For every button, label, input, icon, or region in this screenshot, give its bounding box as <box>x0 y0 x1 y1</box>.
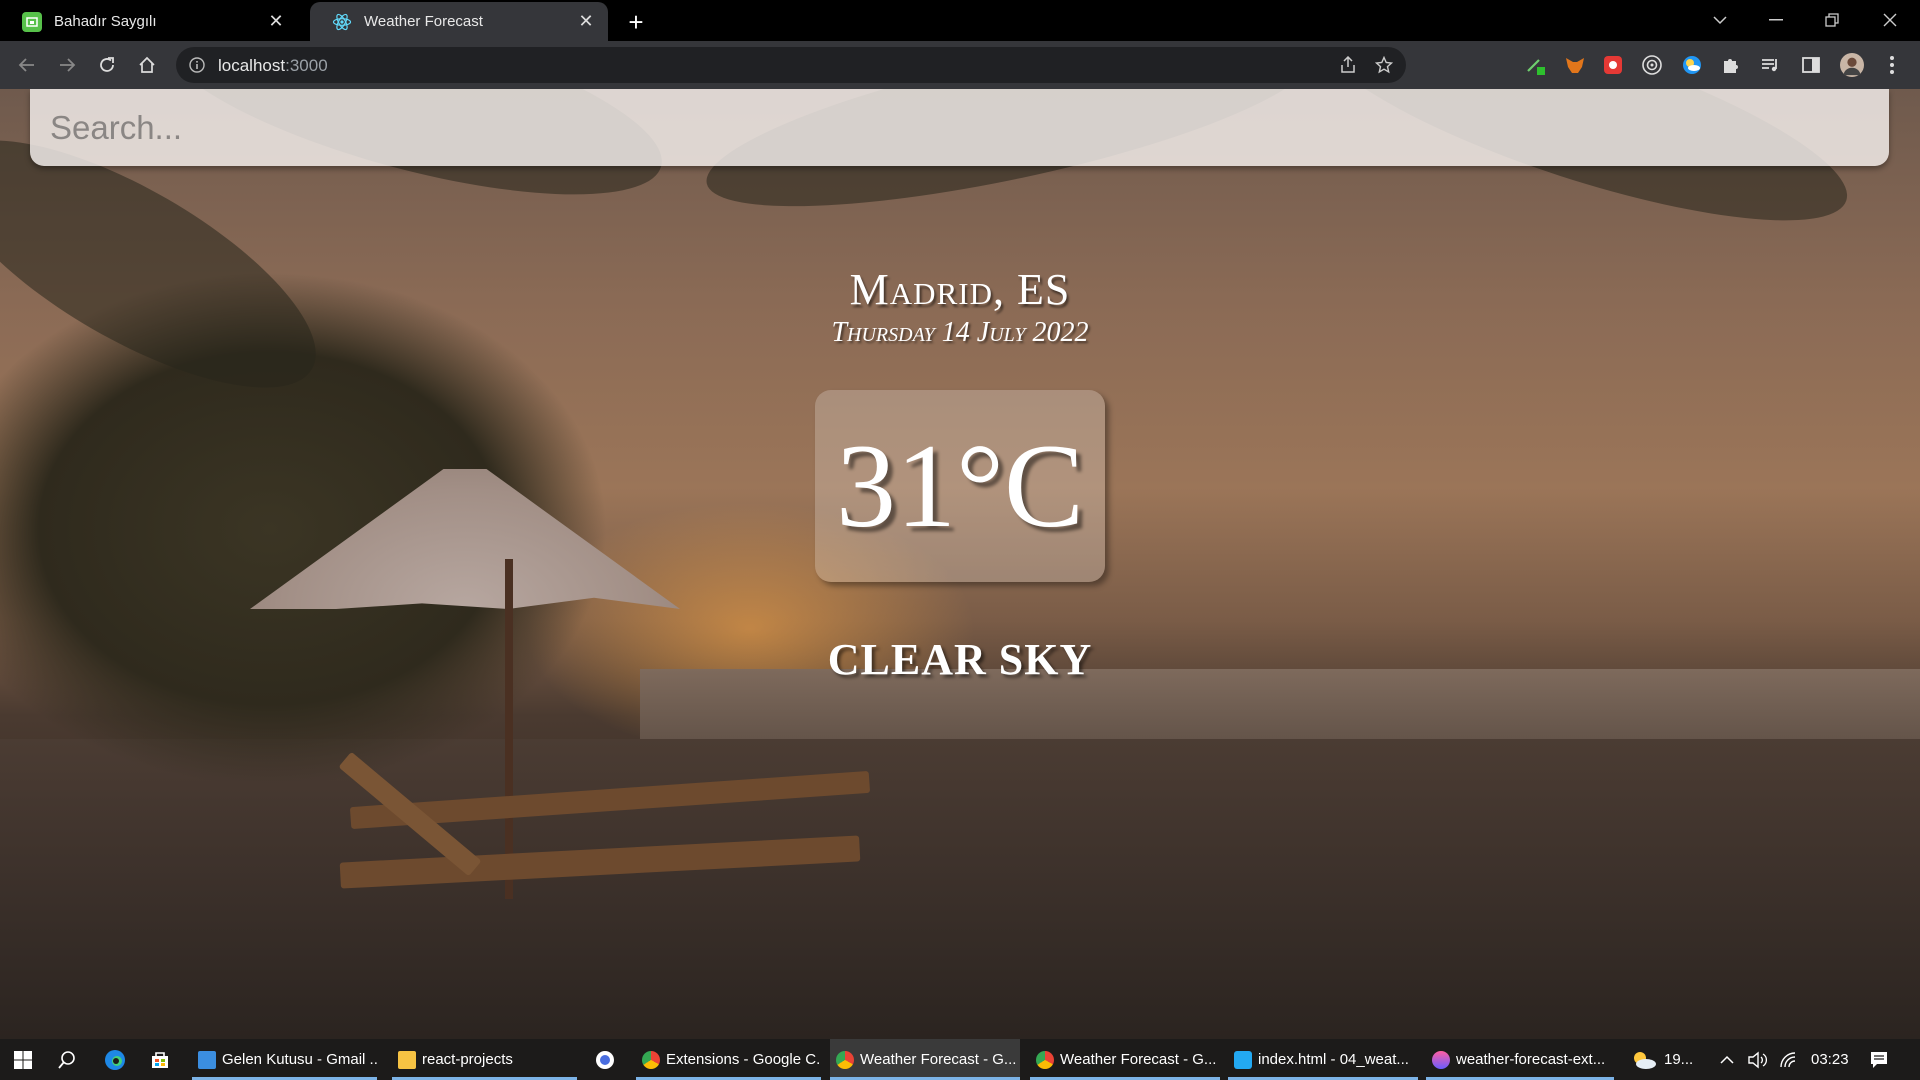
chrome-icon <box>836 1050 854 1069</box>
taskbar-app-vscode[interactable]: index.html - 04_weat... <box>1228 1039 1418 1080</box>
taskbar-app-label: Weather Forecast - G... <box>860 1051 1017 1068</box>
vscode-icon <box>1234 1050 1252 1069</box>
city-name: Madrid, ES <box>849 265 1071 314</box>
wifi-icon[interactable] <box>1776 1047 1802 1073</box>
metamask-fox-icon[interactable] <box>1563 53 1587 77</box>
weather-extension-icon[interactable] <box>1680 53 1704 77</box>
drop-icon <box>1432 1050 1450 1069</box>
target-extension-icon[interactable] <box>1640 53 1664 77</box>
bookmark-star-icon[interactable] <box>1372 53 1396 77</box>
umbrella-pole <box>505 559 513 899</box>
taskbar-app-chrome-weather-2[interactable]: Weather Forecast - G... <box>1030 1039 1220 1080</box>
taskbar-app-label: weather-forecast-ext... <box>1456 1051 1606 1068</box>
chrome-icon <box>1036 1050 1054 1069</box>
avatar[interactable] <box>1840 53 1864 77</box>
close-tab-icon[interactable]: ✕ <box>576 11 596 32</box>
taskbar-app-label: Gelen Kutusu - Gmail ... <box>222 1051 377 1068</box>
taskbar-app-label: Extensions - Google C... <box>666 1051 821 1068</box>
chrome-icon <box>642 1050 660 1069</box>
url-host: localhost <box>218 56 286 75</box>
city-search-bar <box>30 89 1889 166</box>
address-bar[interactable]: localhost:3000 <box>176 47 1406 83</box>
weather-tray-text: 19... <box>1664 1051 1694 1068</box>
new-tab-button[interactable]: + <box>622 7 650 37</box>
green-badge-icon <box>22 11 42 32</box>
close-tab-icon[interactable]: ✕ <box>266 11 286 32</box>
search-input[interactable] <box>30 89 1889 166</box>
browser-menu-icon[interactable] <box>1880 53 1904 77</box>
mail-icon <box>198 1050 216 1069</box>
weather-page: Madrid, ES Thursday 14 July 2022 31°C CL… <box>0 89 1920 1039</box>
tab-bahadir[interactable]: Bahadır Saygılı ✕ <box>0 2 298 41</box>
browser-tab-strip: Bahadır Saygılı ✕ Weather Forecast ✕ + <box>0 0 1920 41</box>
minimize-icon[interactable] <box>1756 4 1796 36</box>
current-date: Thursday 14 July 2022 <box>831 317 1089 348</box>
close-window-icon[interactable] <box>1870 4 1910 36</box>
tab-weather-forecast[interactable]: Weather Forecast ✕ <box>310 2 608 41</box>
taskbar-app-label: index.html - 04_weat... <box>1258 1051 1409 1068</box>
browser-toolbar: localhost:3000 <box>0 41 1920 89</box>
store-bag-icon[interactable] <box>147 1047 173 1073</box>
url-port: :3000 <box>285 56 328 75</box>
media-queue-icon[interactable] <box>1758 53 1782 77</box>
taskbar-app-weather-ext[interactable]: weather-forecast-ext... <box>1426 1039 1614 1080</box>
home-icon[interactable] <box>132 50 162 80</box>
back-arrow-icon[interactable] <box>12 50 42 80</box>
temperature-card: 31°C <box>815 390 1105 582</box>
taskbar-app-chrome-weather[interactable]: Weather Forecast - G... <box>830 1039 1020 1080</box>
pen-extension-icon[interactable] <box>1524 53 1548 77</box>
site-info-icon[interactable] <box>188 56 206 74</box>
folder-icon <box>398 1050 416 1069</box>
clock-time: 03:23 <box>1811 1051 1849 1068</box>
extensions-puzzle-icon[interactable] <box>1719 53 1743 77</box>
chevron-up-icon[interactable] <box>1714 1047 1740 1073</box>
reload-icon[interactable] <box>92 50 122 80</box>
edge-browser-icon[interactable] <box>102 1047 128 1073</box>
tab-search-icon[interactable] <box>1700 4 1740 36</box>
url-text: localhost:3000 <box>218 56 328 76</box>
notification-center-icon[interactable] <box>1866 1047 1892 1073</box>
weather-tray[interactable]: 19... <box>1630 1039 1693 1080</box>
partly-cloudy-icon <box>1634 1051 1656 1069</box>
weather-description: CLEAR SKY <box>827 635 1093 684</box>
side-panel-icon[interactable] <box>1799 53 1823 77</box>
windows-start-icon[interactable] <box>10 1047 36 1073</box>
search-icon[interactable] <box>54 1047 80 1073</box>
share-icon[interactable] <box>1336 53 1360 77</box>
taskbar-app-gmail[interactable]: Gelen Kutusu - Gmail ... <box>192 1039 377 1080</box>
app-circle-icon[interactable] <box>592 1047 618 1073</box>
react-atom-icon <box>332 12 352 32</box>
forward-arrow-icon[interactable] <box>52 50 82 80</box>
temperature-value: 31°C <box>835 419 1085 552</box>
red-extension-icon[interactable] <box>1601 53 1625 77</box>
taskbar-app-label: react-projects <box>422 1051 513 1068</box>
windows-taskbar: Gelen Kutusu - Gmail ... react-projects … <box>0 1039 1920 1080</box>
taskbar-app-explorer[interactable]: react-projects <box>392 1039 577 1080</box>
taskbar-app-chrome-extensions[interactable]: Extensions - Google C... <box>636 1039 821 1080</box>
tab-label: Weather Forecast <box>364 13 483 30</box>
tab-label: Bahadır Saygılı <box>54 13 157 30</box>
clock[interactable]: 03:23 <box>1811 1039 1849 1080</box>
taskbar-app-label: Weather Forecast - G... <box>1060 1051 1217 1068</box>
volume-icon[interactable] <box>1744 1047 1770 1073</box>
restore-icon[interactable] <box>1812 4 1852 36</box>
